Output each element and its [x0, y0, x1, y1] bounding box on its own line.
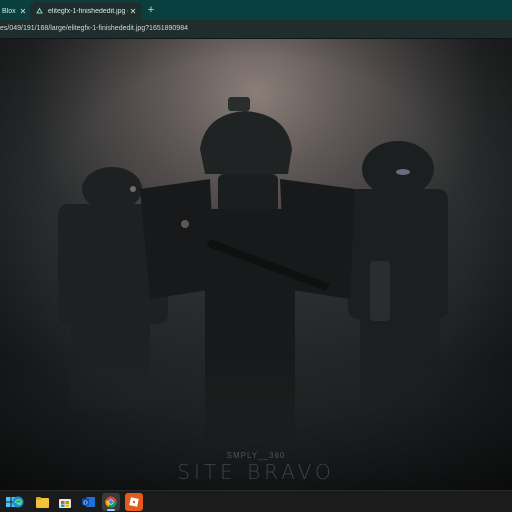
new-tab-button[interactable]: +: [145, 4, 157, 16]
address-bar[interactable]: es/049/191/168/large/elitegfx-1-finished…: [0, 20, 512, 39]
close-icon[interactable]: ✕: [18, 6, 28, 16]
edge-icon[interactable]: [9, 493, 27, 511]
svg-text:O: O: [83, 500, 88, 506]
outlook-icon[interactable]: O: [79, 493, 97, 511]
image-caption-title: SITE BRAVO: [177, 460, 335, 484]
tab-label: elitegfx-1-finishededit.jpg (19...: [48, 7, 128, 15]
roblox-icon[interactable]: [125, 493, 143, 511]
file-explorer-icon[interactable]: [33, 493, 51, 511]
image-viewport: SMPLY__360 SITE BRAVO: [0, 39, 512, 490]
photo-render: [0, 39, 512, 490]
image-favicon-icon: [36, 7, 44, 15]
microsoft-store-icon[interactable]: [56, 493, 74, 511]
tab-blox[interactable]: Blox ✕: [0, 2, 30, 20]
taskbar: O: [0, 490, 512, 512]
image-caption-artist: SMPLY__360: [226, 451, 286, 460]
browser-tabstrip: Blox ✕ elitegfx-1-finishededit.jpg (19..…: [0, 0, 512, 20]
chrome-icon[interactable]: [102, 493, 120, 511]
tab-elitegfx-image[interactable]: elitegfx-1-finishededit.jpg (19... ✕: [30, 2, 142, 20]
close-icon[interactable]: ✕: [128, 6, 138, 16]
url-text[interactable]: es/049/191/168/large/elitegfx-1-finished…: [0, 25, 188, 32]
